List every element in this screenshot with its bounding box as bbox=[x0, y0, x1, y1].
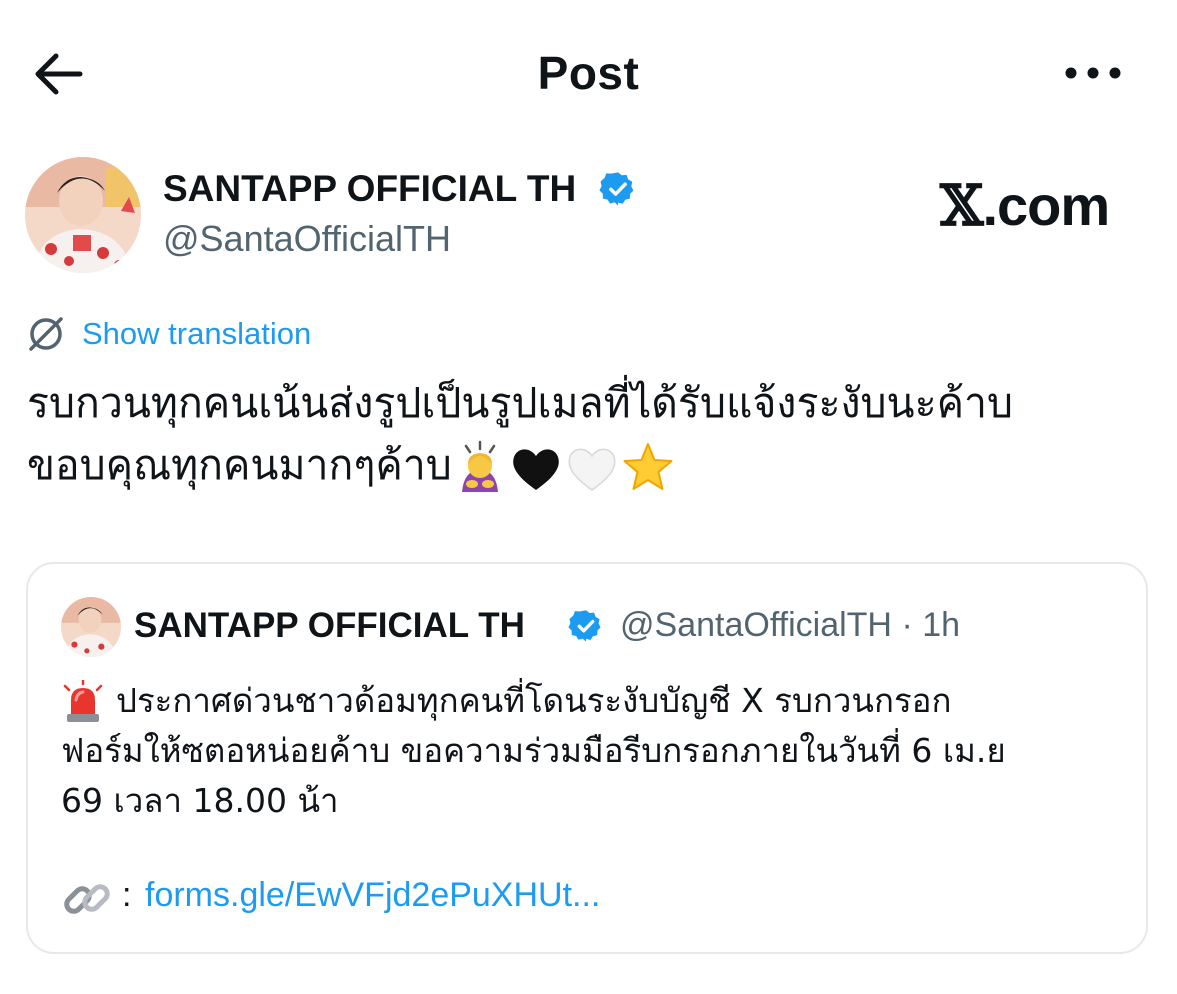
quoted-text-line-2: ฟอร์มให้ซตอหน่อยค้าบ ขอความร่วมมือรีบกรอ… bbox=[61, 731, 1006, 770]
post-text: รบกวนทุกคนเน้นส่งรูปเป็นรูปเมลที่ได้รับแ… bbox=[27, 372, 1137, 496]
x-logo: 𝕏 bbox=[940, 173, 983, 239]
link-prefix: : bbox=[122, 876, 132, 914]
quoted-avatar bbox=[61, 597, 121, 657]
quoted-handle: @SantaOfficialTH bbox=[620, 606, 892, 644]
translate-icon bbox=[25, 313, 67, 355]
quoted-text-line-1: ประกาศด่วนชาวด้อมทุกคนที่โดนระงับบัญชี X… bbox=[116, 681, 952, 720]
avatar-photo bbox=[25, 157, 141, 273]
black-heart-emoji bbox=[513, 449, 559, 490]
avatar[interactable] bbox=[25, 157, 141, 273]
quoted-verified-badge-icon bbox=[568, 608, 604, 644]
link-emoji bbox=[61, 873, 113, 925]
quoted-time: 1h bbox=[922, 606, 961, 644]
quoted-meta: @SantaOfficialTH · 1h bbox=[620, 606, 960, 645]
person-bowing-emoji bbox=[461, 440, 498, 492]
meta-separator: · bbox=[901, 606, 913, 644]
quoted-avatar-photo bbox=[61, 597, 121, 657]
post-text-line-1: รบกวนทุกคนเน้นส่งรูปเป็นรูปเมลที่ได้รับแ… bbox=[27, 379, 1014, 427]
x-com-watermark: 𝕏.com bbox=[940, 173, 1110, 239]
post-text-line-2: ขอบคุณทุกคนมากๆค้าบ bbox=[27, 434, 1137, 496]
form-link[interactable]: forms.gle/EwVFjd2ePuXHUt... bbox=[145, 876, 600, 915]
verified-badge-icon bbox=[599, 170, 637, 208]
post-text-line-2-text: ขอบคุณทุกคนมากๆค้าบ bbox=[27, 441, 452, 489]
white-heart-emoji bbox=[568, 448, 616, 491]
page-title: Post bbox=[537, 47, 640, 99]
author-name[interactable]: SANTAPP OFFICIAL TH bbox=[163, 168, 576, 210]
star-emoji bbox=[623, 443, 673, 490]
more-horizontal-icon bbox=[1065, 67, 1121, 79]
quoted-author-name: SANTAPP OFFICIAL TH bbox=[134, 606, 525, 645]
author-handle[interactable]: @SantaOfficialTH bbox=[163, 218, 451, 260]
quoted-text-line-3: 69 เวลา 18.00 น้า bbox=[61, 781, 339, 820]
more-options-button[interactable] bbox=[1060, 55, 1126, 91]
show-translation-link[interactable]: Show translation bbox=[82, 316, 311, 352]
police-light-emoji bbox=[61, 678, 105, 724]
watermark-domain: .com bbox=[982, 174, 1110, 237]
